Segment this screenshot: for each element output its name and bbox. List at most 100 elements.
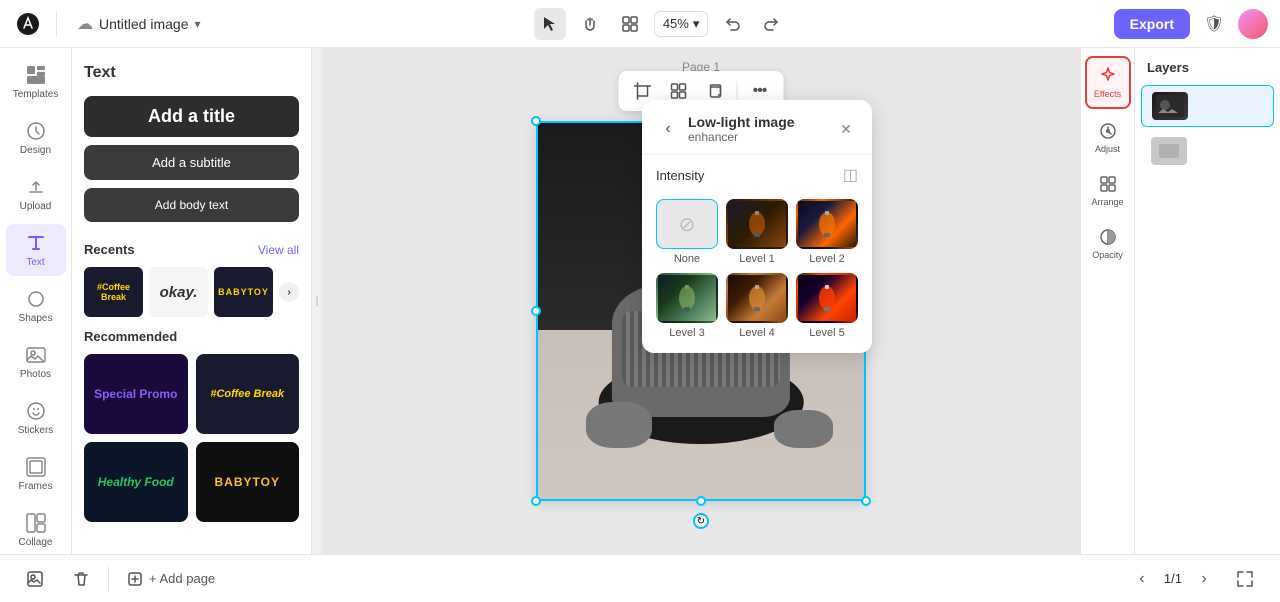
recommended-label: Recommended	[84, 329, 299, 344]
effect-level2-thumb	[796, 199, 858, 249]
adjust-icon	[1098, 121, 1118, 141]
upload-icon	[25, 176, 47, 198]
handle-middle-left[interactable]	[531, 306, 541, 316]
handle-bottom-right[interactable]	[861, 496, 871, 506]
view-all-button[interactable]: View all	[258, 243, 299, 257]
trash-icon	[72, 570, 90, 588]
sidebar-item-stickers-label: Stickers	[18, 425, 54, 436]
thumbnail-button[interactable]	[16, 564, 54, 594]
effect-level3[interactable]: Level 3	[656, 273, 718, 339]
filename: Untitled image	[99, 16, 189, 32]
sidebar-item-shapes[interactable]: Shapes	[6, 280, 66, 332]
sidebar-item-design[interactable]: Design	[6, 112, 66, 164]
rec-item-special-promo[interactable]: Special Promo	[84, 354, 188, 434]
expand-button[interactable]	[1226, 564, 1264, 594]
frame-tool[interactable]	[614, 8, 646, 40]
sidebar-item-frames-label: Frames	[19, 481, 53, 492]
effect-level1[interactable]: Level 1	[726, 199, 788, 265]
opacity-icon	[1098, 227, 1118, 247]
effects-intensity-row: Intensity ◫	[642, 155, 872, 191]
right-tool-opacity-label: Opacity	[1092, 250, 1123, 260]
sidebar-item-photos[interactable]: Photos	[6, 336, 66, 388]
photos-icon	[25, 344, 47, 366]
prev-icon: ‹	[1139, 570, 1144, 588]
effect-level2-label: Level 2	[809, 253, 844, 265]
avatar[interactable]	[1238, 9, 1268, 39]
design-icon	[25, 120, 47, 142]
prev-page-button[interactable]: ‹	[1128, 565, 1156, 593]
rec-item-babytoy-2[interactable]: BABYTOY	[196, 442, 300, 522]
layers-title: Layers	[1135, 48, 1280, 83]
redo-button[interactable]	[756, 8, 788, 40]
stickers-icon	[25, 400, 47, 422]
recents-next-button[interactable]: ›	[279, 282, 299, 302]
rotation-handle[interactable]: ↻	[693, 513, 709, 529]
handle-bottom-center[interactable]	[696, 496, 706, 506]
recent-item-okay[interactable]: okay.	[149, 267, 208, 317]
rec-item-coffee-break[interactable]: #Coffee Break	[196, 354, 300, 434]
right-tool-arrange[interactable]: Arrange	[1085, 166, 1131, 215]
undo-button[interactable]	[716, 8, 748, 40]
right-tool-effects[interactable]: Effects	[1085, 56, 1131, 109]
cat-paw-left	[586, 402, 652, 448]
panel-collapse-handle[interactable]: |	[312, 48, 322, 554]
right-tool-effects-label: Effects	[1094, 89, 1121, 99]
effect-none[interactable]: ⊘ None	[656, 199, 718, 265]
effect-level4-label: Level 4	[739, 327, 774, 339]
filename-chevron: ▾	[195, 17, 201, 31]
text-panel-title: Text	[84, 64, 299, 82]
zoom-chevron: ▾	[693, 16, 700, 32]
export-button[interactable]: Export	[1114, 9, 1190, 39]
add-title-button[interactable]: Add a title	[84, 96, 299, 137]
right-tool-adjust[interactable]: Adjust	[1085, 113, 1131, 162]
bottom-bar: + Add page ‹ 1/1 ›	[0, 554, 1280, 602]
cloud-icon: ☁	[77, 14, 93, 34]
hand-tool[interactable]	[574, 8, 606, 40]
shield-button[interactable]: 🛡	[1198, 8, 1230, 40]
right-tool-opacity[interactable]: Opacity	[1085, 219, 1131, 268]
layer-thumb-2	[1151, 137, 1187, 165]
effect-level5[interactable]: Level 5	[796, 273, 858, 339]
logo[interactable]	[12, 8, 44, 40]
select-tool[interactable]	[534, 8, 566, 40]
add-subtitle-button[interactable]: Add a subtitle	[84, 145, 299, 180]
sidebar-item-photos-label: Photos	[20, 369, 51, 380]
sidebar-item-collage[interactable]: Collage	[6, 504, 66, 554]
rec-item-healthy-food[interactable]: Healthy Food	[84, 442, 188, 522]
arrange-icon	[1098, 174, 1118, 194]
add-page-button[interactable]: + Add page	[117, 565, 225, 593]
handle-bottom-left[interactable]	[531, 496, 541, 506]
layer-item-1[interactable]	[1141, 85, 1274, 127]
delete-button[interactable]	[62, 564, 100, 594]
effects-close-button[interactable]: ✕	[834, 117, 858, 141]
handle-top-left[interactable]	[531, 116, 541, 126]
recommended-grid: Special Promo #Coffee Break Healthy Food…	[84, 354, 299, 522]
effect-level2[interactable]: Level 2	[796, 199, 858, 265]
next-page-button[interactable]: ›	[1190, 565, 1218, 593]
zoom-control[interactable]: 45% ▾	[654, 11, 709, 37]
canvas-toolbar-sep	[737, 81, 738, 101]
recent-item-babytoy[interactable]: BABYTOY	[214, 267, 273, 317]
sidebar-item-upload[interactable]: Upload	[6, 168, 66, 220]
sidebar-item-templates[interactable]: Templates	[6, 56, 66, 108]
effect-level4[interactable]: Level 4	[726, 273, 788, 339]
file-menu[interactable]: ☁ Untitled image ▾	[69, 10, 209, 38]
cat-paw-right	[774, 410, 833, 448]
effects-back-button[interactable]: ‹	[656, 117, 680, 141]
templates-icon	[25, 64, 47, 86]
topbar-right: Export 🛡	[1114, 8, 1268, 40]
recent-item-coffee[interactable]: #Coffee Break	[84, 267, 143, 317]
layers-panel: Layers	[1134, 48, 1280, 554]
add-body-button[interactable]: Add body text	[84, 188, 299, 222]
topbar-divider	[56, 12, 57, 36]
recents-header: Recents View all	[84, 242, 299, 257]
sidebar-item-text[interactable]: Text	[6, 224, 66, 276]
sidebar-item-stickers[interactable]: Stickers	[6, 392, 66, 444]
sidebar-item-templates-label: Templates	[13, 89, 59, 100]
layer-item-2[interactable]	[1141, 131, 1274, 171]
effects-grid: ⊘ None Level 1	[642, 191, 872, 353]
zoom-value: 45%	[663, 16, 689, 31]
sidebar-item-frames[interactable]: Frames	[6, 448, 66, 500]
right-tool-adjust-label: Adjust	[1095, 144, 1120, 154]
topbar-center-tools: 45% ▾	[217, 8, 1106, 40]
